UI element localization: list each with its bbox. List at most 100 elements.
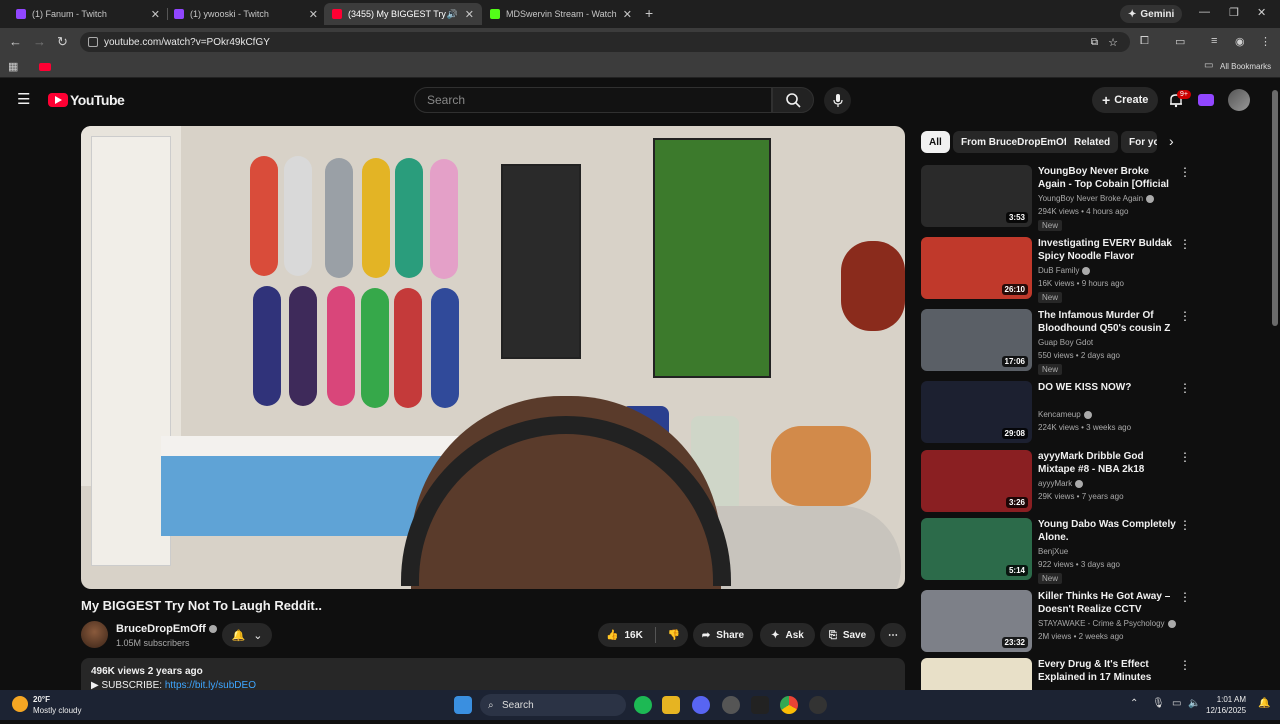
video-thumbnail[interactable]: 3:26 [921,450,1032,512]
tray-overflow-icon[interactable]: ⌃ [1130,698,1138,709]
recommendation-item[interactable]: 5:14 Young Dabo Was Completely Alone. Benj… [921,518,1201,584]
video-thumbnail[interactable]: 17:06 [921,309,1032,371]
chip-all[interactable]: All [921,131,950,153]
recommendation-item[interactable]: 3:26 ayyyMark Dribble God Mixtape #8 - NB… [921,450,1201,516]
voice-search-button[interactable] [824,87,851,114]
file-explorer-icon[interactable] [662,696,680,714]
new-tab-button[interactable]: + [645,5,653,21]
maximize-button[interactable]: ❐ [1229,6,1239,19]
url-bar[interactable]: youtube.com/watch?v=POkr49kCfGY ⧉ ☆ [80,32,1130,52]
recommendation-channel[interactable]: DuB Family [1038,266,1091,275]
recommendation-channel[interactable]: YoungBoy Never Broke Again [1038,194,1155,203]
hamburger-menu-icon[interactable]: ☰ [17,90,30,108]
reading-list-icon[interactable]: ▭ [1175,35,1185,48]
site-info-icon[interactable] [88,37,98,47]
media-controls-icon[interactable]: ≡ [1211,35,1217,47]
recommendation-channel[interactable]: Kencameup [1038,410,1092,419]
search-button[interactable] [772,87,814,113]
recommendation-item[interactable]: 17:06 The Infamous Murder Of Bloodhound Q… [921,309,1201,375]
gemini-button[interactable]: ✦ Gemini [1120,5,1183,23]
recommendation-item[interactable]: 26:10 Investigating EVERY Buldak Spicy No… [921,237,1201,303]
extensions-icon[interactable]: ⧠ [1140,35,1149,48]
spotify-icon[interactable] [634,696,652,714]
recommendation-channel[interactable]: ayyyMark [1038,479,1084,488]
channel-avatar[interactable] [81,621,108,648]
create-button[interactable]: + Create [1092,87,1159,113]
recommendation-item[interactable]: 29:08 DO WE KISS NOW? Kencameup 224K views … [921,381,1201,447]
network-icon[interactable]: ▭ [1172,698,1181,709]
recommendation-channel[interactable]: Guap Boy Gdot [1038,338,1093,347]
minimize-button[interactable]: — [1199,6,1210,18]
epic-games-icon[interactable] [751,696,769,714]
recommendation-title[interactable]: Young Dabo Was Completely Alone. [1038,518,1178,544]
video-thumbnail[interactable]: 23:32 [921,590,1032,652]
scrollbar-thumb[interactable] [1272,90,1278,326]
steam-icon[interactable] [722,696,740,714]
more-options-icon[interactable]: ⋮ [1179,658,1191,672]
more-actions-button[interactable]: ⋯ [880,623,906,647]
close-tab-icon[interactable]: ✕ [465,8,474,21]
weather-widget[interactable]: 20°F Mostly cloudy [12,694,81,716]
youtube-bookmark-icon[interactable] [39,63,51,71]
more-options-icon[interactable]: ⋮ [1179,518,1191,532]
recommendation-title[interactable]: ayyyMark Dribble God Mixtape #8 - NBA 2k… [1038,450,1178,476]
more-options-icon[interactable]: ⋮ [1179,237,1191,251]
more-options-icon[interactable]: ⋮ [1179,381,1191,395]
video-thumbnail[interactable]: 26:10 [921,237,1032,299]
microphone-tray-icon[interactable]: 🎙 [1152,698,1165,709]
browser-tab[interactable]: MDSwervin Stream - Watch Live ✕ [482,3,640,25]
close-tab-icon[interactable]: ✕ [623,8,632,21]
youtube-logo[interactable]: YouTube [48,92,125,108]
recommendation-item[interactable]: 3:53 YoungBoy Never Broke Again - Top Cob… [921,165,1201,231]
browser-tab-active[interactable]: (3455) My BIGGEST Try Not 🔊 ✕ [324,3,482,25]
video-thumbnail[interactable]: 5:14 [921,518,1032,580]
reload-button[interactable]: ↻ [57,34,68,50]
twitch-extension-icon[interactable] [1198,94,1214,106]
all-bookmarks-link[interactable]: All Bookmarks [1220,62,1271,71]
close-window-button[interactable]: ✕ [1257,6,1266,19]
recommendation-title[interactable]: YoungBoy Never Broke Again - Top Cobain … [1038,165,1178,191]
apps-grid-icon[interactable]: ▦ [8,60,18,73]
discord-icon[interactable] [692,696,710,714]
recommendation-channel[interactable]: STAYAWAKE - Crime & Psychology [1038,619,1176,628]
more-options-icon[interactable]: ⋮ [1179,450,1191,464]
volume-icon[interactable]: 🔈 [1188,698,1200,709]
menu-kebab-icon[interactable]: ⋮ [1260,35,1271,48]
save-button[interactable]: ⎘ Save [820,623,875,647]
subscription-bell-button[interactable]: 🔔 ⌄ [222,623,272,647]
page-scrollbar[interactable] [1270,80,1280,690]
speaker-icon[interactable]: 🔊 [447,9,458,20]
system-clock[interactable]: 1:01 AM 12/16/2025 [1206,694,1246,716]
close-tab-icon[interactable]: ✕ [309,8,318,21]
video-thumbnail[interactable]: 3:53 [921,165,1032,227]
share-button[interactable]: ➦ Share [693,623,753,647]
chip-related[interactable]: Related [1066,131,1119,153]
chip-for-you[interactable]: For you [1121,131,1157,153]
like-button[interactable]: 👍 16K [606,630,643,641]
video-thumbnail[interactable]: 29:08 [921,381,1032,443]
recommendation-title[interactable]: The Infamous Murder Of Bloodhound Q50's … [1038,309,1178,335]
search-input[interactable]: Search [414,87,772,113]
back-button[interactable]: ← [9,34,22,49]
account-avatar[interactable] [1228,89,1250,111]
browser-tab[interactable]: (1) Fanum - Twitch ✕ [8,3,168,25]
chip-from-channel[interactable]: From BruceDropEmOff [953,131,1079,153]
taskbar-search[interactable]: ⌕ Search [480,694,626,716]
more-options-icon[interactable]: ⋮ [1179,165,1191,179]
recommendation-title[interactable]: Investigating EVERY Buldak Spicy Noodle … [1038,237,1178,263]
more-options-icon[interactable]: ⋮ [1179,309,1191,323]
recommendation-title[interactable]: Every Drug & It's Effect Explained in 17… [1038,658,1178,684]
windows-start-icon[interactable] [454,696,472,714]
recommendation-title[interactable]: DO WE KISS NOW? [1038,381,1178,394]
chevron-right-icon[interactable]: › [1169,133,1174,149]
notification-center-icon[interactable]: 🔔 [1258,698,1270,709]
ask-button[interactable]: ✦ Ask [760,623,815,647]
close-tab-icon[interactable]: ✕ [151,8,160,21]
app-icon[interactable] [809,696,827,714]
profile-icon[interactable]: ◉ [1235,35,1245,48]
bookmark-star-icon[interactable]: ☆ [1108,36,1118,49]
recommendation-channel[interactable]: BenjXue [1038,547,1068,556]
video-player[interactable] [81,126,905,589]
thumbs-down-icon[interactable]: 👎 [668,630,680,641]
recommendation-title[interactable]: Killer Thinks He Got Away – Doesn't Real… [1038,590,1178,616]
